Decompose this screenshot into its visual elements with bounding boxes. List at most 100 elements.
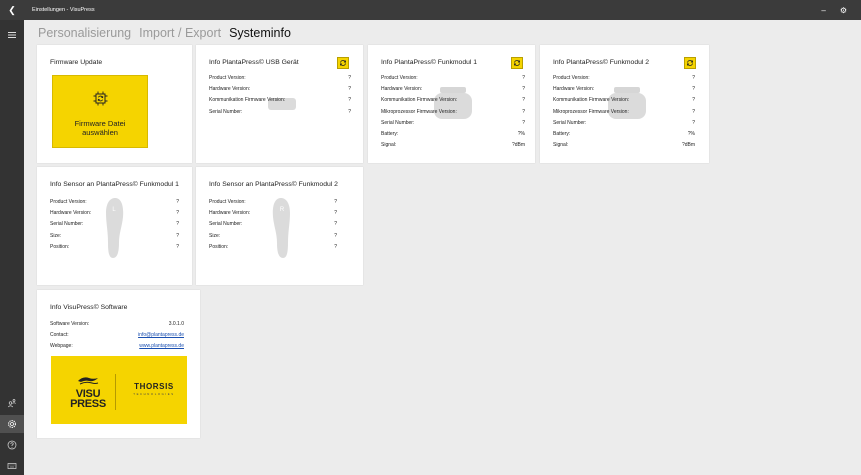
window-title: Einstellungen - VisuPress (32, 7, 95, 13)
row-label: Serial Number: (209, 108, 243, 115)
logo-divider (115, 374, 116, 410)
info-row: Position:? (50, 241, 179, 252)
info-row: Size:? (50, 230, 179, 241)
card-title: Firmware Update (50, 59, 103, 66)
users-icon[interactable] (0, 394, 24, 412)
sidebar (0, 20, 24, 475)
contact-email-link[interactable]: info@plantapress.de (138, 332, 184, 338)
refresh-icon[interactable] (684, 57, 696, 69)
row-label: Webpage: (50, 343, 73, 350)
row-value: ? (692, 119, 695, 126)
row-label: Product Version: (209, 74, 246, 81)
tab-personalisierung[interactable]: Personalisierung (38, 26, 131, 40)
row-value: ? (692, 108, 695, 115)
sensor2-info-list: Product Version:? Hardware Version:? Ser… (209, 196, 337, 252)
info-row: Hardware Version:? (209, 207, 337, 218)
usb-device-card: Info PlantaPress© USB Gerät Product Vers… (196, 45, 363, 163)
row-label: Serial Number: (209, 221, 243, 228)
info-row: Kommunikation Firmware Version:? (553, 95, 695, 106)
row-value: ?dBm (511, 142, 525, 149)
card-title: Info PlantaPress© Funkmodul 2 (553, 59, 650, 66)
tab-bar: Personalisierung Import / Export Systemi… (38, 26, 291, 40)
thorsis-logo: THORSIS TECHNOLOGIES (124, 382, 184, 396)
logo-banner: VISU PRESS THORSIS TECHNOLOGIES (51, 356, 187, 424)
refresh-icon[interactable] (511, 57, 523, 69)
row-label: Hardware Version: (209, 209, 251, 216)
info-row: Signal: ?dBm (381, 140, 525, 151)
title-bar: ❮ Einstellungen - VisuPress – ⚙ (0, 0, 861, 20)
tab-systeminfo[interactable]: Systeminfo (229, 26, 291, 40)
row-value: ? (522, 85, 525, 92)
row-label: Position: (209, 243, 229, 250)
row-value: ? (334, 209, 337, 216)
thorsis-brand-sub: TECHNOLOGIES (133, 392, 175, 396)
row-label: Contact: (50, 331, 69, 338)
row-value: ? (176, 232, 179, 239)
info-row: Contact: info@plantapress.de (50, 329, 184, 340)
info-row: Webpage: www.plantapress.de (50, 341, 184, 352)
software-info-list: Software Version: 3.0.1.0 Contact: info@pl… (50, 318, 184, 352)
row-label: Battery: (381, 131, 399, 138)
row-value: ? (334, 198, 337, 205)
info-row: Serial Number:? (553, 117, 695, 128)
row-value: ? (348, 108, 351, 115)
row-label: Kommunikation Firmware Version: (209, 97, 286, 104)
firmware-chip-icon (93, 91, 107, 106)
row-value: ? (692, 85, 695, 92)
info-row: Kommunikation Firmware Version:? (381, 95, 525, 106)
row-value: ?% (517, 131, 525, 138)
funkmodul1-card: Info PlantaPress© Funkmodul 1 Product Ve… (368, 45, 535, 163)
row-label: Kommunikation Firmware Version: (553, 97, 630, 104)
row-value: ? (176, 198, 179, 205)
row-value: ? (176, 209, 179, 216)
row-label: Signal: (553, 142, 569, 149)
info-row: Product Version:? (553, 72, 695, 83)
row-label: Hardware Version: (381, 85, 423, 92)
row-label: Mikroprozessor Firmware Version: (553, 108, 629, 115)
row-value: ? (176, 243, 179, 250)
row-label: Kommunikation Firmware Version: (381, 97, 458, 104)
refresh-icon[interactable] (337, 57, 349, 69)
info-row: Kommunikation Firmware Version:? (209, 95, 351, 106)
gear-icon[interactable] (0, 415, 24, 433)
info-row: Signal: ?dBm (553, 140, 695, 151)
card-title: Info Sensor an PlantaPress© Funkmodul 2 (209, 181, 338, 188)
row-value: ?dBm (681, 142, 695, 149)
sensor2-card: Info Sensor an PlantaPress© Funkmodul 2 … (196, 167, 363, 285)
row-label: Serial Number: (381, 119, 415, 126)
settings-gear-icon[interactable]: ⚙ (840, 6, 847, 15)
minimize-icon[interactable]: – (821, 6, 825, 15)
row-label: Product Version: (209, 198, 246, 205)
info-row: Product Version:? (209, 196, 337, 207)
firmware-button-line2: auswählen (82, 128, 118, 137)
webpage-link[interactable]: www.plantapress.de (139, 343, 184, 349)
visupress-logo-icon (78, 377, 99, 385)
help-icon[interactable] (0, 436, 24, 454)
firmware-select-button[interactable]: Firmware Datei auswählen (52, 75, 148, 148)
row-label: Product Version: (553, 74, 590, 81)
sensor1-card: Info Sensor an PlantaPress© Funkmodul 1 … (37, 167, 192, 285)
row-value: ? (692, 97, 695, 104)
keyboard-icon[interactable] (0, 457, 24, 475)
card-title: Info PlantaPress© USB Gerät (209, 59, 299, 66)
sensor1-info-list: Product Version:? Hardware Version:? Ser… (50, 196, 179, 252)
tab-import-export[interactable]: Import / Export (139, 26, 221, 40)
software-version-value: 3.0.1.0 (168, 320, 184, 327)
visupress-logo-line2: PRESS (70, 397, 106, 410)
info-row: Hardware Version:? (50, 207, 179, 218)
row-label: Position: (50, 243, 70, 250)
info-row: Serial Number:? (50, 219, 179, 230)
info-row: Mikroprozessor Firmware Version:? (553, 106, 695, 117)
firmware-update-card: Firmware Update Firmware Datei auswählen (37, 45, 192, 163)
info-row: Product Version:? (209, 72, 351, 83)
info-row: Mikroprozessor Firmware Version:? (381, 106, 525, 117)
back-arrow-icon[interactable]: ❮ (0, 5, 24, 16)
row-value: ? (348, 85, 351, 92)
info-row: Product Version:? (50, 196, 179, 207)
info-row: Hardware Version:? (209, 83, 351, 94)
row-label: Hardware Version: (209, 85, 251, 92)
menu-hamburger-icon[interactable] (0, 26, 24, 44)
firmware-button-line1: Firmware Datei (74, 119, 126, 128)
row-value: ? (176, 221, 179, 228)
info-row: Product Version:? (381, 72, 525, 83)
